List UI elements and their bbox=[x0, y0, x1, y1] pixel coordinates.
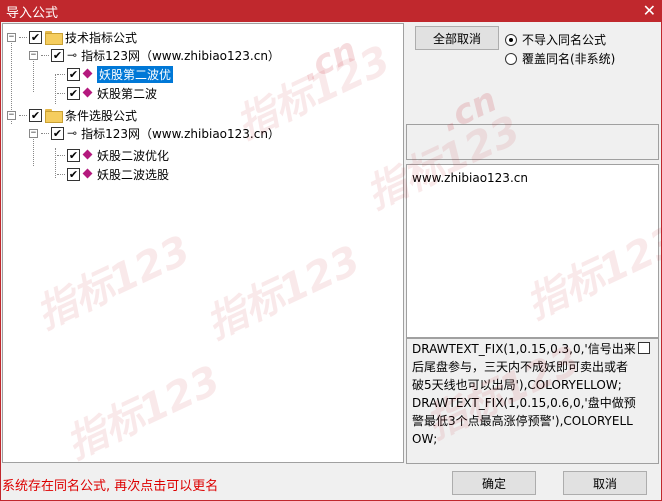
tree-dots bbox=[41, 54, 49, 56]
formula-tree[interactable]: − ✔ 技术指标公式 − ✔ ⊸ 指标123网（www.zhibiao123.c… bbox=[2, 23, 404, 463]
radio-no-import-label: 不导入同名公式 bbox=[522, 33, 607, 47]
ok-button[interactable]: 确定 bbox=[452, 471, 536, 495]
checkbox-root1-item1[interactable]: ✔ bbox=[67, 67, 80, 81]
checkbox-root1-site[interactable]: ✔ bbox=[51, 48, 64, 62]
site-text: www.zhibiao123.cn bbox=[412, 171, 528, 185]
desc-checkbox[interactable] bbox=[638, 342, 650, 354]
collapse-icon[interactable]: − bbox=[29, 128, 38, 138]
window-title: 导入公式 bbox=[6, 5, 59, 21]
checkbox-root2-item1[interactable]: ✔ bbox=[67, 148, 80, 162]
tree-connector bbox=[55, 148, 56, 178]
tree-label: 妖股二波选股 bbox=[97, 167, 170, 182]
tree-node-root2-item2[interactable]: ✔ 妖股二波选股 bbox=[57, 165, 169, 183]
tree-node-root1-site[interactable]: − ✔ ⊸ 指标123网（www.zhibiao123.cn） bbox=[29, 46, 280, 64]
tree-dots bbox=[19, 114, 27, 116]
tree-node-root2[interactable]: − ✔ 条件选股公式 bbox=[7, 106, 137, 124]
formula-icon bbox=[83, 69, 93, 79]
tree-dots bbox=[57, 173, 65, 175]
tree-node-root1-item1[interactable]: ✔ 妖股第二波优 bbox=[57, 65, 174, 83]
collapse-icon[interactable]: − bbox=[7, 32, 16, 42]
formula-icon bbox=[83, 150, 93, 160]
formula-icon bbox=[83, 88, 93, 98]
status-message: 系统存在同名公式, 再次点击可以更名 bbox=[2, 479, 219, 494]
tree-label: 技术指标公式 bbox=[65, 30, 138, 45]
folder-icon bbox=[45, 109, 63, 123]
tree-node-root1[interactable]: − ✔ 技术指标公式 bbox=[7, 28, 137, 46]
cancel-all-button[interactable]: 全部取消 bbox=[415, 26, 499, 50]
radio-overwrite-dot[interactable] bbox=[505, 52, 517, 65]
tree-dots bbox=[57, 92, 65, 94]
checkbox-root2[interactable]: ✔ bbox=[29, 108, 42, 122]
info-strip bbox=[406, 124, 659, 160]
key-icon: ⊸ bbox=[67, 48, 78, 62]
folder-icon bbox=[45, 31, 63, 45]
tree-dots bbox=[41, 132, 49, 134]
tree-node-root1-item2[interactable]: ✔ 妖股第二波 bbox=[57, 84, 157, 102]
collapse-icon[interactable]: − bbox=[7, 110, 16, 120]
close-icon[interactable]: ✕ bbox=[643, 3, 656, 19]
key-icon: ⊸ bbox=[67, 126, 78, 140]
tree-label: 妖股二波优化 bbox=[97, 148, 170, 163]
tree-label: 指标123网（www.zhibiao123.cn） bbox=[81, 126, 280, 141]
checkbox-root2-site[interactable]: ✔ bbox=[51, 126, 64, 140]
site-info-panel: www.zhibiao123.cn bbox=[406, 164, 659, 338]
tree-dots bbox=[57, 73, 65, 75]
radio-overwrite[interactable]: 覆盖同名(非系统) bbox=[505, 50, 615, 67]
checkbox-root1-item2[interactable]: ✔ bbox=[67, 86, 80, 100]
tree-label: 妖股第二波 bbox=[97, 86, 158, 101]
radio-overwrite-label: 覆盖同名(非系统) bbox=[522, 52, 616, 66]
tree-dots bbox=[19, 36, 27, 38]
tree-connector bbox=[55, 74, 56, 104]
checkbox-root2-item2[interactable]: ✔ bbox=[67, 167, 80, 181]
tree-node-root2-site[interactable]: − ✔ ⊸ 指标123网（www.zhibiao123.cn） bbox=[29, 124, 280, 142]
tree-dots bbox=[57, 154, 65, 156]
tree-label: 条件选股公式 bbox=[65, 108, 138, 123]
radio-no-import-dot[interactable] bbox=[505, 33, 517, 46]
radio-no-import[interactable]: 不导入同名公式 bbox=[505, 31, 606, 48]
checkbox-root1[interactable]: ✔ bbox=[29, 30, 42, 44]
title-bar[interactable]: 导入公式 ✕ bbox=[0, 0, 662, 22]
cancel-button[interactable]: 取消 bbox=[563, 471, 647, 495]
collapse-icon[interactable]: − bbox=[29, 50, 38, 60]
formula-icon bbox=[83, 169, 93, 179]
formula-desc-text: DRAWTEXT_FIX(1,0.15,0.3,0,'信号出来后尾盘参与，三天内… bbox=[412, 342, 636, 446]
tree-node-root2-item1[interactable]: ✔ 妖股二波优化 bbox=[57, 146, 169, 164]
tree-label-selected: 妖股第二波优 bbox=[97, 65, 174, 83]
tree-label: 指标123网（www.zhibiao123.cn） bbox=[81, 48, 280, 63]
